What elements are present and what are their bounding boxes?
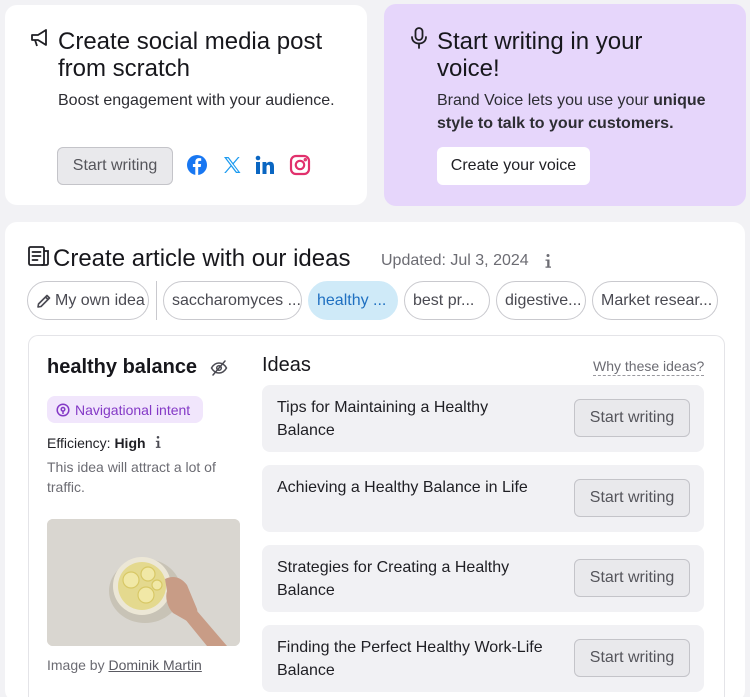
idea-row-text: Tips for Maintaining a Healthy Balance [277,399,489,439]
selected-idea-title: healthy balance [47,356,198,378]
chip-topic[interactable]: best pr... [404,281,490,320]
ideas-panel-title: Create article with our ideas [53,245,351,272]
microphone-icon [411,27,427,49]
updated-date: Updated: Jul 3, 2024 [381,252,529,269]
chip-topic-active[interactable]: healthy ... [308,281,398,320]
linkedin-icon[interactable] [253,153,277,177]
voice-card-title: Start writing in your voice! [437,28,643,82]
idea-row-text: Achieving a Healthy Balance in Life [277,479,528,496]
social-card-title: Create social media post from scratch [58,28,323,82]
chips-divider [156,281,157,320]
idea-image [47,519,240,646]
chip-topic[interactable]: saccharomyces ... [163,281,302,320]
chip-label: best pr... [413,291,475,309]
chip-label: My own idea [55,291,145,309]
location-pin-icon [56,402,70,417]
bowl-with-lemons-illustration [47,519,240,646]
why-these-ideas-link[interactable]: Why these ideas? [593,358,705,376]
efficiency-info-icon[interactable] [152,434,164,450]
efficiency-value: High [114,435,146,451]
idea-start-writing-button[interactable]: Start writing [574,639,690,677]
megaphone-icon [31,29,47,47]
voice-subtitle-plain: Brand Voice lets you use your [437,92,654,109]
pencil-icon [37,294,51,308]
idea-row: Strategies for Creating a Healthy Balanc… [262,545,704,612]
eye-off-icon[interactable] [210,359,228,377]
efficiency: Efficiency: High [47,435,146,451]
idea-row: Tips for Maintaining a Healthy Balance S… [262,385,704,452]
intent-badge: Navigational intent [47,396,203,423]
idea-row-text: Finding the Perfect Healthy Work-Life Ba… [277,639,543,679]
efficiency-label: Efficiency: [47,435,115,451]
social-card-subtitle: Boost engagement with your audience. [58,92,335,109]
article-icon [28,246,49,266]
credit-author-link[interactable]: Dominik Martin [108,657,201,673]
chip-label: healthy ... [317,291,387,309]
social-start-writing-button[interactable]: Start writing [57,147,173,185]
idea-row: Achieving a Healthy Balance in Life Star… [262,465,704,532]
ideas-heading: Ideas [262,354,311,376]
chip-topic[interactable]: digestive... [496,281,586,320]
facebook-icon[interactable] [185,153,209,177]
credit-prefix: Image by [47,657,109,673]
idea-start-writing-button[interactable]: Start writing [574,399,690,437]
idea-row-text: Strategies for Creating a Healthy Balanc… [277,559,510,599]
idea-row: Finding the Perfect Healthy Work-Life Ba… [262,625,704,692]
chip-label: saccharomyces ... [172,291,301,309]
idea-start-writing-button[interactable]: Start writing [574,479,690,517]
instagram-icon[interactable] [288,153,312,177]
idea-description: This idea will attract a lot of traffic. [47,459,216,495]
intent-label: Navigational intent [75,401,191,418]
voice-card-subtitle: Brand Voice lets you use your unique sty… [437,89,737,135]
idea-start-writing-button[interactable]: Start writing [574,559,690,597]
chip-label: digestive... [505,291,582,309]
create-voice-button[interactable]: Create your voice [437,147,590,185]
x-icon[interactable] [220,153,244,177]
chip-label: Market resear... [601,291,713,309]
info-icon[interactable] [541,252,555,270]
chip-my-own-idea[interactable]: My own idea [27,281,149,320]
image-credit: Image by Dominik Martin [47,657,202,673]
chip-topic[interactable]: Market resear... [592,281,718,320]
